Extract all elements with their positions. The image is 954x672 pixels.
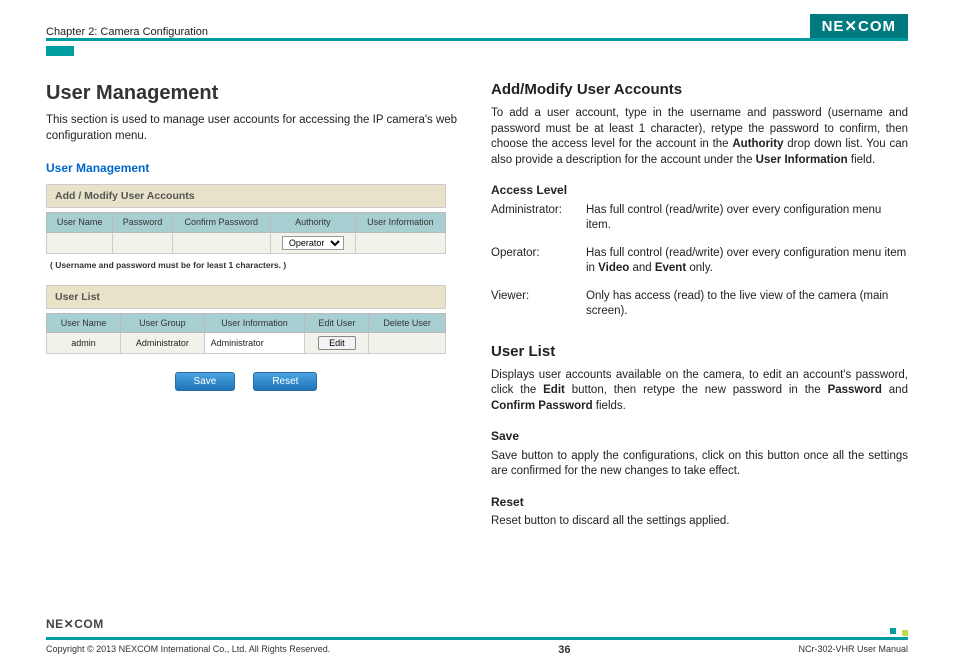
text-fragment: fields.	[593, 400, 626, 412]
al-desc-viewer: Only has access (read) to the live view …	[586, 289, 908, 320]
add-modify-intro: To add a user account, type in the usern…	[491, 106, 908, 168]
ss-heading: User Management	[46, 160, 446, 176]
copyright-text: Copyright © 2013 NEXCOM International Co…	[46, 643, 330, 658]
save-button[interactable]: Save	[175, 372, 236, 391]
input-password[interactable]	[113, 232, 173, 253]
al-desc-operator: Has full control (read/write) over every…	[586, 246, 908, 277]
input-username[interactable]	[47, 232, 113, 253]
ss-username-note: ( Username and password must be for leas…	[50, 260, 446, 271]
bold-user-information: User Information	[756, 154, 848, 166]
cell-username: admin	[47, 333, 121, 354]
footer-decoration	[890, 626, 908, 636]
title-access-level: Access Level	[491, 182, 908, 198]
text-fragment: field.	[848, 154, 876, 166]
brand-logo: NE✕COM	[810, 14, 908, 40]
col-authority: Authority	[270, 213, 355, 232]
ss-add-modify-table: User Name Password Confirm Password Auth…	[46, 212, 446, 253]
bold-authority: Authority	[732, 138, 783, 150]
cell-userinfo: Administrator	[204, 333, 305, 354]
corner-accent	[46, 46, 74, 56]
reset-desc: Reset button to discard all the settings…	[491, 514, 908, 530]
text-fragment: and	[629, 262, 655, 274]
bold-password: Password	[828, 384, 882, 396]
bold-edit: Edit	[543, 384, 565, 396]
access-level-grid: Administrator: Has full control (read/wr…	[491, 203, 908, 320]
screenshot-user-management: User Management Add / Modify User Accoun…	[46, 160, 446, 391]
col-user-info: User Information	[355, 213, 445, 232]
col2-usergroup: User Group	[121, 314, 205, 333]
save-desc: Save button to apply the configurations,…	[491, 449, 908, 480]
cell-usergroup: Administrator	[121, 333, 205, 354]
title-add-modify: Add/Modify User Accounts	[491, 80, 908, 100]
intro-text: This section is used to manage user acco…	[46, 113, 463, 144]
col-password: Password	[113, 213, 173, 232]
input-confirm-password[interactable]	[172, 232, 270, 253]
text-fragment: only.	[686, 262, 713, 274]
al-desc-admin: Has full control (read/write) over every…	[586, 203, 908, 234]
bold-confirm-password: Confirm Password	[491, 400, 593, 412]
left-column: User Management This section is used to …	[46, 80, 463, 539]
edit-button[interactable]: Edit	[318, 336, 356, 350]
ss-section-user-list: User List	[46, 285, 446, 309]
footer-row: Copyright © 2013 NEXCOM International Co…	[46, 643, 908, 658]
al-label-viewer: Viewer:	[491, 289, 586, 320]
ss-action-row: Save Reset	[46, 372, 446, 391]
title-reset: Reset	[491, 494, 908, 510]
section-title-user-management: User Management	[46, 80, 463, 107]
authority-select[interactable]: Operator	[282, 236, 344, 250]
col-confirm-password: Confirm Password	[172, 213, 270, 232]
col2-deleteuser: Delete User	[369, 314, 446, 333]
footer-rule	[46, 637, 908, 640]
text-fragment: button, then retype the new password in …	[565, 384, 828, 396]
text-fragment: and	[882, 384, 908, 396]
ss-section-add-modify: Add / Modify User Accounts	[46, 184, 446, 208]
col2-edituser: Edit User	[305, 314, 369, 333]
logo-text: NE✕COM	[822, 17, 896, 37]
bold-video: Video	[598, 262, 629, 274]
col-username: User Name	[47, 213, 113, 232]
user-list-desc: Displays user accounts available on the …	[491, 368, 908, 415]
col2-userinfo: User Information	[204, 314, 305, 333]
cell-authority: Operator	[270, 232, 355, 253]
right-column: Add/Modify User Accounts To add a user a…	[491, 80, 908, 539]
page-number: 36	[558, 643, 570, 658]
doc-name: NCr-302-VHR User Manual	[798, 643, 908, 658]
table-row: admin Administrator Administrator Edit	[47, 333, 446, 354]
header-rule	[46, 38, 908, 41]
al-label-operator: Operator:	[491, 246, 586, 277]
cell-delete	[369, 333, 446, 354]
col2-username: User Name	[47, 314, 121, 333]
title-user-list: User List	[491, 342, 908, 362]
bold-event: Event	[655, 262, 686, 274]
title-save: Save	[491, 428, 908, 444]
content-columns: User Management This section is used to …	[46, 80, 908, 539]
footer-brand: NE✕COM	[46, 616, 104, 632]
cell-edit: Edit	[305, 333, 369, 354]
input-user-info[interactable]	[355, 232, 445, 253]
ss-user-list-table: User Name User Group User Information Ed…	[46, 313, 446, 354]
reset-button[interactable]: Reset	[253, 372, 317, 391]
al-label-admin: Administrator:	[491, 203, 586, 234]
